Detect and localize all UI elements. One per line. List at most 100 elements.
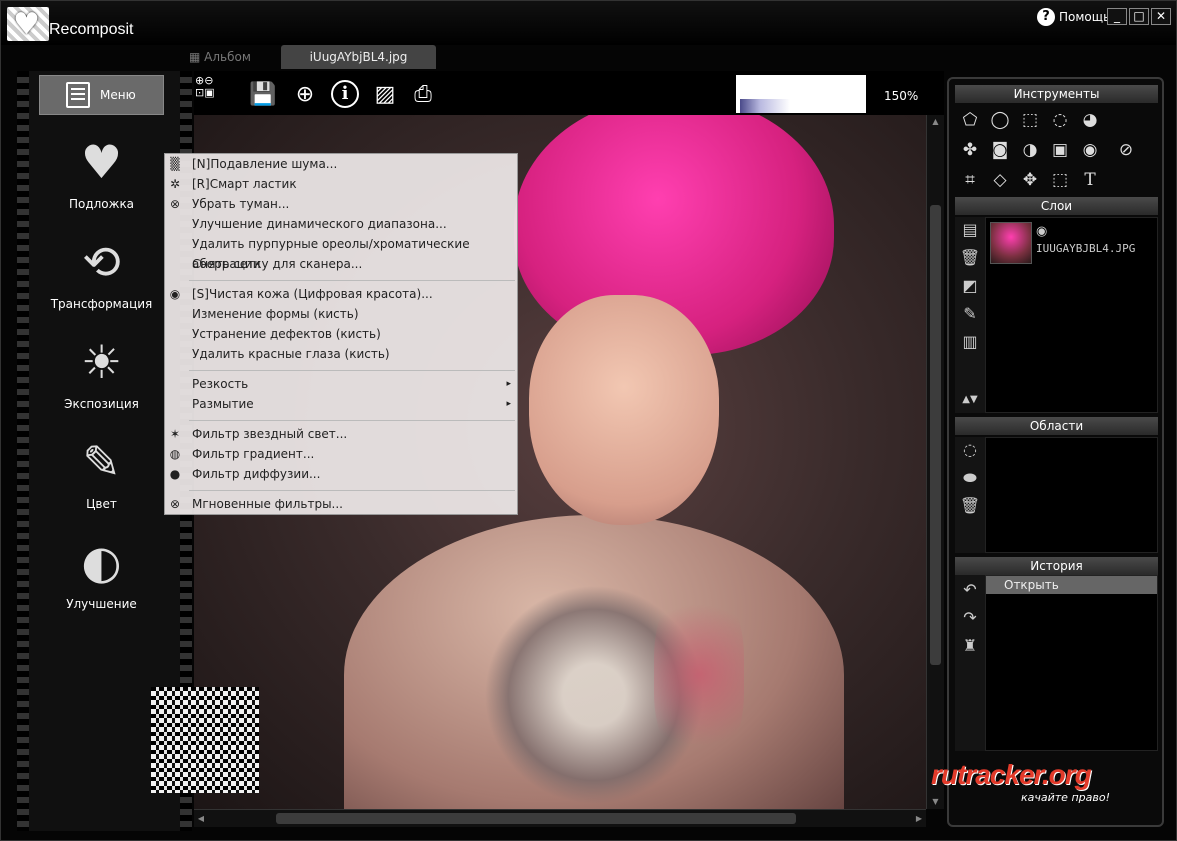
category-transform-label: Трансформация	[50, 297, 153, 311]
menu-separator	[189, 280, 515, 281]
areas-toolbar: ◌ ⬬ 🗑	[955, 437, 985, 553]
category-transform[interactable]: ⟲ Трансформация	[39, 227, 164, 311]
menu-item-diffusion-filter[interactable]: ● Фильтр диффузии...	[165, 464, 517, 484]
robot-icon[interactable]: ♜	[959, 635, 981, 657]
color-wheel-icon[interactable]: ◕	[1077, 107, 1103, 133]
menu-item-redeye-brush[interactable]: Удалить красные глаза (кисть)	[165, 344, 517, 364]
save-layer-icon[interactable]: ▥	[959, 331, 981, 353]
category-enhance[interactable]: ◐ Улучшение	[39, 527, 164, 611]
menu-item-dynamic-range[interactable]: Улучшение динамического диапазона...	[165, 214, 517, 234]
menu-item-reshape-brush[interactable]: Изменение формы (кисть)	[165, 304, 517, 324]
new-layer-icon[interactable]: ▤	[959, 219, 981, 241]
heart-logo-icon: ♥	[13, 7, 40, 42]
layer-item[interactable]: ◉ IUUGAYBJBL4.JPG	[988, 220, 1156, 266]
layer-thumbnail	[990, 222, 1032, 264]
menu-button[interactable]: Меню	[39, 75, 164, 115]
history-toolbar: ↶ ↷ ♜	[955, 575, 985, 751]
stamp-icon[interactable]: ▣	[1047, 137, 1073, 163]
category-enhance-label: Улучшение	[66, 597, 137, 611]
menu-item-blemish-brush[interactable]: Устранение дефектов (кисть)	[165, 324, 517, 344]
export-image-button[interactable]: ▨	[368, 77, 402, 111]
app-logo: ♥ Recomposit	[5, 3, 155, 43]
zoom-fit-icon[interactable]: ⊡	[195, 86, 204, 99]
menu-list-icon	[66, 82, 90, 108]
category-exposure[interactable]: ☀ Экспозиция	[39, 327, 164, 411]
save-button[interactable]: 💾	[246, 77, 280, 111]
rutracker-slogan: качайте право!	[1021, 791, 1110, 804]
category-color[interactable]: ✎ Цвет	[39, 427, 164, 511]
minimize-button[interactable]: _	[1107, 8, 1127, 25]
transform-select-icon[interactable]: ⬚	[1047, 167, 1073, 193]
menu-item-blur[interactable]: Размытие ▸	[165, 394, 517, 414]
zoom-actual-icon[interactable]: ▣	[204, 86, 214, 99]
layer-stack-icon[interactable]: ◩	[959, 275, 981, 297]
menu-separator	[189, 490, 515, 491]
trash-icon[interactable]: 🗑	[959, 495, 981, 517]
move-icon[interactable]: ✥	[1017, 167, 1043, 193]
menu-item-starlight-filter[interactable]: ✶ Фильтр звездный свет...	[165, 424, 517, 444]
menu-item-smart-eraser[interactable]: ✲ [R]Смарт ластик	[165, 174, 517, 194]
menu-item-instant-filters[interactable]: ⊗ Мгновенные фильтры...	[165, 494, 517, 514]
horizontal-scrollbar[interactable]: ◀ ▶	[194, 809, 926, 827]
camera-icon[interactable]: ◙	[987, 137, 1013, 163]
menu-separator	[189, 370, 515, 371]
dashed-circle-icon[interactable]: ◌	[959, 439, 981, 461]
transform-icon: ⟲	[82, 235, 121, 289]
text-tool-icon[interactable]: T	[1077, 167, 1103, 193]
zoom-controls[interactable]: ⊕⊖ ⊡▣	[195, 75, 229, 111]
main-toolbar: ⊕⊖ ⊡▣ 💾 ⊕ i ▨ ⎙ 150%	[194, 71, 944, 115]
menu-item-noise-reduction[interactable]: ▒ [N]Подавление шума...	[165, 154, 517, 174]
scroll-up-icon[interactable]: ▲	[927, 115, 944, 129]
grid-icon: ▦	[189, 50, 205, 64]
blob-icon[interactable]: ⬬	[959, 467, 981, 489]
eye-icon[interactable]: ◉	[1036, 224, 1047, 239]
pencil-icon[interactable]: ✎	[959, 303, 981, 325]
menu-item-remove-fog[interactable]: ⊗ Убрать туман...	[165, 194, 517, 214]
menu-item-clean-skin[interactable]: ◉ [S]Чистая кожа (Цифровая красота)...	[165, 284, 517, 304]
heart-icon: ♥	[80, 135, 123, 189]
info-button[interactable]: i	[328, 77, 362, 111]
scroll-right-icon[interactable]: ▶	[912, 810, 926, 827]
paint-icon[interactable]: ◑	[1017, 137, 1043, 163]
tab-file[interactable]: iUugAYbjBL4.jpg	[281, 45, 436, 69]
horizontal-scroll-thumb[interactable]	[276, 813, 796, 824]
photo-face	[529, 295, 719, 525]
menu-separator	[189, 420, 515, 421]
scroll-left-icon[interactable]: ◀	[194, 810, 208, 827]
close-button[interactable]: ✕	[1151, 8, 1171, 25]
vertical-scrollbar[interactable]: ▲ ▼	[926, 115, 944, 809]
polygon-select-icon[interactable]: ⬠	[957, 107, 983, 133]
red-eye-icon[interactable]: ◉	[1077, 137, 1103, 163]
history-item[interactable]: Открыть	[986, 576, 1157, 594]
print-button[interactable]: ⎙	[406, 77, 440, 111]
crop-icon[interactable]: ⌗	[957, 167, 983, 193]
redo-icon[interactable]: ↷	[959, 607, 981, 629]
layer-order-arrows-icon[interactable]: ▲▼	[959, 389, 981, 411]
undo-icon[interactable]: ↶	[959, 579, 981, 601]
ellipse-select-icon[interactable]: ◌	[1047, 107, 1073, 133]
add-button[interactable]: ⊕	[288, 77, 322, 111]
filters-context-menu: ▒ [N]Подавление шума... ✲ [R]Смарт ластик …	[164, 153, 518, 515]
areas-panel-title: Области	[955, 417, 1158, 435]
category-background[interactable]: ♥ Подложка	[39, 127, 164, 211]
eraser-icon: ✲	[169, 177, 181, 191]
maximize-button[interactable]: □	[1129, 8, 1149, 25]
lasso-icon[interactable]: ◯	[987, 107, 1013, 133]
rect-select-icon[interactable]: ⬚	[1017, 107, 1043, 133]
clone-icon[interactable]: ✤	[957, 137, 983, 163]
disable-icon[interactable]: ⊘	[1113, 137, 1139, 163]
menu-item-purple-fringe[interactable]: Удалить пурпурные ореолы/хроматические а…	[165, 234, 517, 271]
trash-icon[interactable]: 🗑	[959, 247, 981, 269]
menu-item-descreen[interactable]: Снять сетку для сканера...	[165, 254, 517, 274]
help-label: Помощь	[1059, 10, 1111, 24]
noise-icon: ▒	[170, 157, 180, 171]
zoom-level: 150%	[884, 89, 919, 103]
perspective-icon[interactable]: ◇	[987, 167, 1013, 193]
tab-album[interactable]: ▦ Альбом	[181, 45, 277, 69]
menu-item-gradient-filter[interactable]: ◍ Фильтр градиент...	[165, 444, 517, 464]
menu-item-sharpen[interactable]: Резкость ▸	[165, 374, 517, 394]
help-button[interactable]: ? Помощь	[1037, 7, 1110, 27]
vertical-scroll-thumb[interactable]	[930, 205, 941, 665]
category-background-label: Подложка	[68, 197, 135, 211]
histogram	[736, 75, 866, 113]
